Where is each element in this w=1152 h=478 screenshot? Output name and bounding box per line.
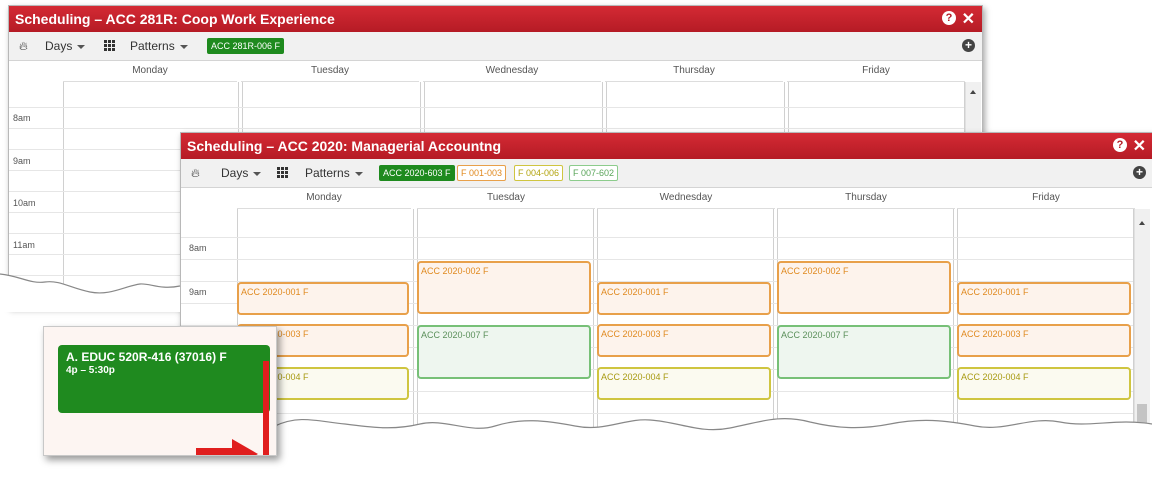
caret-down-icon [77, 44, 86, 49]
window-title: Scheduling – ACC 2020: Managerial Accoun… [187, 138, 502, 154]
grid-icon[interactable] [277, 167, 288, 178]
selected-event-block[interactable]: A. EDUC 520R-416 (37016) F 4p – 5:30p [58, 345, 270, 413]
grid-line [181, 237, 1133, 238]
event-block[interactable]: ACC 2020-003 F [597, 324, 771, 357]
scroll-up-icon[interactable] [970, 90, 976, 94]
patterns-dropdown[interactable]: Patterns [130, 39, 188, 53]
patterns-label: Patterns [130, 39, 175, 53]
fire-icon[interactable]: 🔥︎ [191, 166, 200, 181]
section-tag[interactable]: ACC 281R-006 F [207, 38, 285, 54]
grid-line [953, 209, 954, 433]
event-block[interactable]: ACC 2020-004 F [597, 367, 771, 400]
plus-icon[interactable]: + [962, 39, 975, 52]
day-header-wednesday: Wednesday [423, 61, 601, 82]
torn-edge-upper [0, 273, 181, 312]
fire-icon[interactable]: 🔥︎ [19, 39, 28, 54]
caret-down-icon [253, 171, 262, 176]
zoom-callout: A. EDUC 520R-416 (37016) F 4p – 5:30p [43, 326, 277, 456]
time-label: 9am [13, 156, 31, 166]
days-dropdown[interactable]: Days [45, 39, 86, 53]
pattern-tag[interactable]: F 004-006 [514, 165, 564, 181]
section-tag[interactable]: ACC 2020-603 F [379, 165, 455, 181]
days-dropdown[interactable]: Days [221, 166, 262, 180]
grid-line [9, 128, 964, 129]
day-header-thursday: Thursday [605, 61, 783, 82]
day-header-thursday: Thursday [777, 188, 955, 209]
grid-line [413, 209, 414, 433]
event-block[interactable]: ACC 2020-003 F [957, 324, 1131, 357]
day-header-friday: Friday [957, 188, 1135, 209]
day-header-monday: Monday [63, 61, 237, 82]
time-label: 8am [13, 113, 31, 123]
help-icon[interactable]: ? [1113, 138, 1127, 152]
time-label: 8am [189, 243, 207, 253]
event-block[interactable]: ACC 2020-004 F [957, 367, 1131, 400]
time-label: 10am [13, 198, 36, 208]
day-header-tuesday: Tuesday [417, 188, 595, 209]
days-label: Days [221, 166, 249, 180]
event-title: A. EDUC 520R-416 (37016) F [66, 350, 227, 364]
scrollbar[interactable] [1134, 209, 1150, 433]
grid-icon[interactable] [104, 40, 115, 51]
grid-line [417, 209, 418, 433]
time-label: 11am [13, 240, 35, 250]
arrow-right-icon [196, 439, 258, 455]
day-header-tuesday: Tuesday [241, 61, 419, 82]
grid-line [773, 209, 774, 433]
plus-icon[interactable]: + [1133, 166, 1146, 179]
grid-line [181, 259, 1133, 260]
event-block[interactable]: ACC 2020-007 F [777, 325, 951, 379]
patterns-dropdown[interactable]: Patterns [305, 166, 363, 180]
title-bar: Scheduling – ACC 2020: Managerial Accoun… [181, 133, 1152, 159]
scroll-up-icon[interactable] [1139, 221, 1145, 225]
patterns-label: Patterns [305, 166, 350, 180]
event-time: 4p – 5:30p [66, 365, 115, 376]
grid-line [593, 209, 594, 433]
pattern-tag[interactable]: F 001-003 [457, 165, 507, 181]
close-icon[interactable]: ✕ [962, 9, 975, 29]
days-label: Days [45, 39, 73, 53]
help-icon[interactable]: ? [942, 11, 956, 25]
event-block[interactable]: ACC 2020-007 F [417, 325, 591, 379]
window-title: Scheduling – ACC 281R: Coop Work Experie… [15, 11, 335, 27]
pattern-tag[interactable]: F 007-602 [569, 165, 619, 181]
day-header-friday: Friday [787, 61, 965, 82]
grid-line [957, 209, 958, 433]
toolbar: 🔥︎ Days Patterns ACC 281R-006 F + [9, 32, 982, 61]
close-icon[interactable]: ✕ [1133, 136, 1146, 156]
grid-line [597, 209, 598, 433]
drag-edge-indicator [263, 361, 269, 455]
grid-line [9, 107, 964, 108]
caret-down-icon [354, 171, 363, 176]
toolbar: 🔥︎ Days Patterns ACC 2020-603 F F 001-00… [181, 159, 1152, 188]
grid-line [777, 209, 778, 433]
day-header-monday: Monday [237, 188, 411, 209]
day-header-wednesday: Wednesday [597, 188, 775, 209]
title-bar: Scheduling – ACC 281R: Coop Work Experie… [9, 6, 982, 32]
caret-down-icon [179, 44, 188, 49]
